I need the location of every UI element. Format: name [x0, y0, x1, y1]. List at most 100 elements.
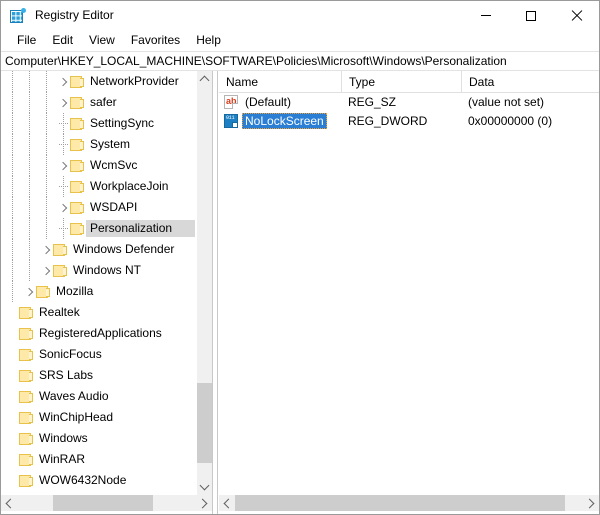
- menu-bar: File Edit View Favorites Help: [1, 30, 599, 51]
- folder-icon: [19, 390, 34, 403]
- tree-item[interactable]: WcmSvc: [1, 155, 197, 176]
- tree-guide-line: [29, 260, 31, 281]
- chevron-right-icon[interactable]: [40, 260, 53, 281]
- tree-item[interactable]: safer: [1, 92, 197, 113]
- tree-vertical-scrollbar[interactable]: [197, 71, 212, 495]
- tree-guide-line: [29, 92, 31, 113]
- tree-item[interactable]: SonicFocus: [1, 344, 197, 365]
- tree-guide-line: [29, 155, 31, 176]
- folder-icon: [19, 453, 34, 466]
- column-header-type[interactable]: Type: [341, 71, 461, 92]
- value-name-edit-input[interactable]: NoLockScreen: [242, 113, 327, 129]
- scroll-down-icon[interactable]: [197, 479, 212, 495]
- scroll-up-icon[interactable]: [197, 71, 212, 87]
- menu-item-favorites[interactable]: Favorites: [123, 31, 188, 50]
- scroll-right-icon[interactable]: [583, 495, 599, 511]
- scroll-left-icon[interactable]: [1, 495, 17, 511]
- tree-item-label: SonicFocus: [39, 347, 102, 361]
- tree-item-label: Windows NT: [73, 263, 142, 277]
- menu-item-file[interactable]: File: [9, 31, 44, 50]
- minimize-button[interactable]: [463, 1, 508, 30]
- column-header-name[interactable]: Name: [219, 71, 341, 92]
- tree-guide-line: [12, 134, 14, 155]
- tree-guide-line: [29, 134, 31, 155]
- values-row[interactable]: ab (Default) REG_SZ (value not set): [219, 93, 599, 112]
- tree-guide-line: [12, 92, 14, 113]
- tree-guide-line: [12, 260, 14, 281]
- scroll-left-icon[interactable]: [219, 495, 235, 511]
- tree-item[interactable]: Personalization: [1, 218, 197, 239]
- folder-icon: [53, 264, 68, 277]
- tree-item[interactable]: SettingSync: [1, 113, 197, 134]
- value-type: REG_DWORD: [348, 114, 428, 128]
- tree-item[interactable]: Realtek: [1, 302, 197, 323]
- tree-item[interactable]: WinChipHead: [1, 407, 197, 428]
- tree-vertical-scroll-thumb[interactable]: [197, 383, 212, 463]
- values-horizontal-scrollbar[interactable]: [219, 495, 599, 511]
- key-tree-pane: NetworkProvider safer SettingSync System Wcm…: [1, 71, 212, 514]
- tree-item-label: safer: [90, 95, 117, 109]
- column-header-data[interactable]: Data: [461, 71, 599, 92]
- pane-splitter[interactable]: [212, 71, 218, 514]
- tree-horizontal-scroll-thumb[interactable]: [53, 495, 153, 511]
- chevron-right-icon[interactable]: [57, 71, 70, 92]
- tree-item[interactable]: NetworkProvider: [1, 71, 197, 92]
- tree-item[interactable]: WorkplaceJoin: [1, 176, 197, 197]
- values-column-header: Name Type Data: [219, 71, 599, 93]
- folder-icon: [19, 348, 34, 361]
- tree-guide-line: [63, 218, 65, 239]
- values-list[interactable]: ab (Default) REG_SZ (value not set) 011 100 …: [219, 93, 599, 495]
- tree-guide-line: [29, 71, 31, 92]
- title-bar: Registry Editor: [1, 1, 599, 30]
- tree-item-label: WorkplaceJoin: [90, 179, 169, 193]
- address-bar[interactable]: Computer\HKEY_LOCAL_MACHINE\SOFTWARE\Pol…: [1, 51, 599, 71]
- folder-icon: [70, 201, 85, 214]
- minimize-icon: [480, 15, 491, 16]
- tree-horizontal-scrollbar[interactable]: [1, 495, 212, 511]
- tree-item[interactable]: WinRAR: [1, 449, 197, 470]
- tree-item[interactable]: Waves Audio: [1, 386, 197, 407]
- tree-item[interactable]: Mozilla: [1, 281, 197, 302]
- registry-grid-icon: [10, 7, 26, 24]
- folder-icon: [19, 432, 34, 445]
- tree-item[interactable]: Windows Defender: [1, 239, 197, 260]
- tree-guide-line: [46, 218, 48, 239]
- chevron-right-icon[interactable]: [23, 281, 36, 302]
- folder-icon: [70, 117, 85, 130]
- maximize-button[interactable]: [508, 1, 553, 30]
- tree-guide-line: [12, 155, 14, 176]
- window-title: Registry Editor: [35, 8, 114, 22]
- tree-item-label: NetworkProvider: [90, 74, 179, 88]
- chevron-right-icon[interactable]: [57, 197, 70, 218]
- tree-item-label: System: [90, 137, 131, 151]
- tree-item[interactable]: Windows: [1, 428, 197, 449]
- menu-item-view[interactable]: View: [81, 31, 123, 50]
- tree-item-label: WinChipHead: [39, 410, 114, 424]
- chevron-right-icon[interactable]: [40, 239, 53, 260]
- tree-item[interactable]: RegisteredApplications: [1, 323, 197, 344]
- tree-item[interactable]: WOW6432Node: [1, 470, 197, 491]
- chevron-right-icon[interactable]: [57, 92, 70, 113]
- folder-icon: [36, 285, 51, 298]
- chevron-right-icon[interactable]: [57, 155, 70, 176]
- tree-item[interactable]: System: [1, 134, 197, 155]
- registry-key-tree[interactable]: NetworkProvider safer SettingSync System Wcm…: [1, 71, 197, 495]
- close-button[interactable]: [553, 1, 599, 30]
- folder-icon: [19, 474, 34, 487]
- menu-item-help[interactable]: Help: [188, 31, 229, 50]
- values-row[interactable]: 011 100 110NoLockScreen REG_DWORD 0x000000…: [219, 112, 599, 131]
- folder-icon: [70, 222, 85, 235]
- value-type: REG_SZ: [348, 95, 397, 109]
- tree-guide-line: [46, 155, 48, 176]
- tree-guide-line: [46, 134, 48, 155]
- tree-guide-line: [46, 113, 48, 134]
- menu-item-edit[interactable]: Edit: [44, 31, 81, 50]
- scroll-right-icon[interactable]: [196, 495, 212, 511]
- value-data: 0x00000000 (0): [468, 114, 553, 128]
- folder-icon: [70, 138, 85, 151]
- values-horizontal-scroll-thumb[interactable]: [235, 495, 565, 511]
- tree-item[interactable]: WSDAPI: [1, 197, 197, 218]
- tree-item[interactable]: SRS Labs: [1, 365, 197, 386]
- tree-item[interactable]: Windows NT: [1, 260, 197, 281]
- tree-guide-line: [46, 197, 48, 218]
